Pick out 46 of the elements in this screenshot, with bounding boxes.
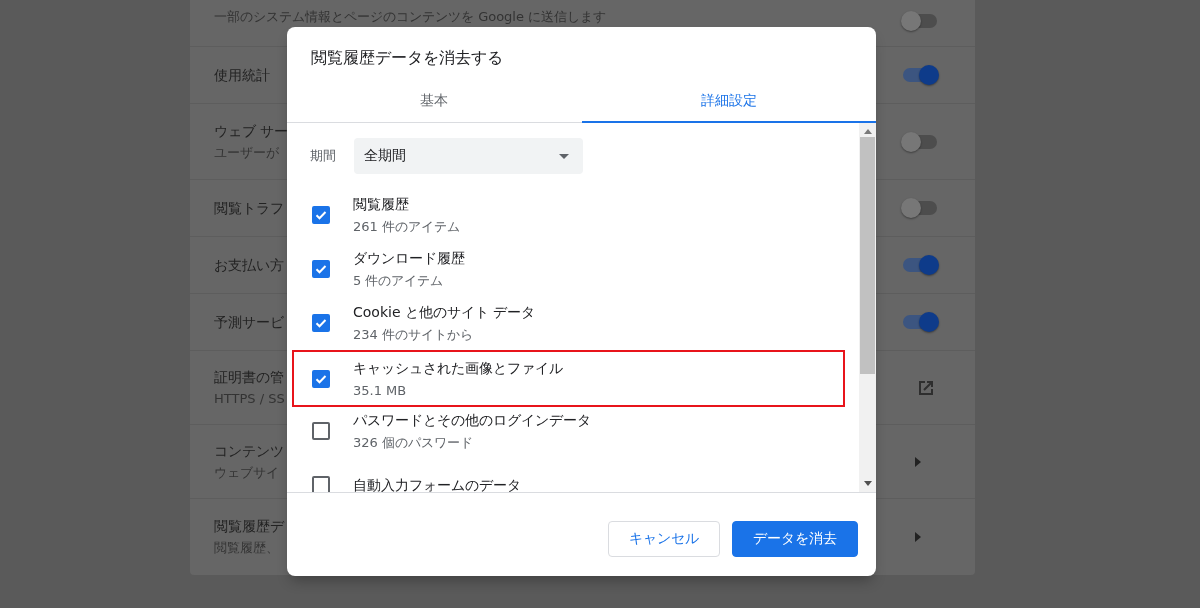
item-detail: 35.1 MB <box>353 381 407 400</box>
item-detail: 234 件のサイトから <box>353 326 473 344</box>
arrow-right-icon[interactable] <box>915 456 921 467</box>
toggle-switch[interactable] <box>903 315 937 329</box>
setting-title: 証明書の管 <box>214 367 284 387</box>
cancel-button[interactable]: キャンセル <box>608 521 720 557</box>
dialog-title: 閲覧履歴データを消去する <box>311 48 503 67</box>
checkbox[interactable] <box>312 206 330 224</box>
item-label: パスワードとその他のログインデータ <box>353 411 591 430</box>
setting-title: 予測サービ <box>214 313 284 332</box>
setting-title: 閲覧トラフ <box>214 199 284 218</box>
setting-title: コンテンツ <box>214 441 284 461</box>
toggle-switch[interactable] <box>903 258 937 272</box>
checkbox[interactable] <box>312 369 330 388</box>
item-detail: 326 個のパスワード <box>353 434 473 452</box>
item-label: ダウンロード履歴 <box>353 249 465 268</box>
period-label: 期間 <box>310 147 337 165</box>
toggle-switch[interactable] <box>903 201 937 215</box>
toggle-switch[interactable] <box>903 134 937 149</box>
scroll-down-icon[interactable] <box>863 481 872 486</box>
item-detail: 5 件のアイテム <box>353 272 444 290</box>
checkbox[interactable] <box>312 314 330 332</box>
external-link-icon[interactable] <box>917 378 935 397</box>
arrow-right-icon[interactable] <box>915 532 921 542</box>
item-detail: 261 件のアイテム <box>353 218 460 236</box>
item-label: キャッシュされた画像とファイル <box>353 358 563 378</box>
item-label: 閲覧履歴 <box>353 195 409 214</box>
checkbox[interactable] <box>312 260 330 278</box>
toggle-switch[interactable] <box>903 14 937 28</box>
period-dropdown[interactable]: 全期間 <box>354 138 583 174</box>
item-label: Cookie と他のサイト データ <box>353 303 536 322</box>
tab[interactable]: 基本 <box>287 80 582 123</box>
setting-title: お支払い方 <box>214 256 284 275</box>
scrollbar[interactable] <box>859 123 876 492</box>
clear-data-button[interactable]: データを消去 <box>732 521 858 557</box>
item-label: 自動入力フォームのデータ <box>353 476 521 492</box>
setting-title: 閲覧履歴デ <box>214 517 284 536</box>
setting-title: ウェブ サー <box>214 121 289 141</box>
checkbox[interactable] <box>312 476 330 492</box>
setting-title: 使用統計 <box>214 66 270 85</box>
tab[interactable]: 詳細設定 <box>581 80 876 123</box>
scroll-thumb[interactable] <box>860 137 875 374</box>
toggle-switch[interactable] <box>903 68 937 82</box>
checkbox[interactable] <box>312 422 330 440</box>
caret-icon <box>559 153 569 159</box>
scroll-up-icon[interactable] <box>863 129 872 134</box>
